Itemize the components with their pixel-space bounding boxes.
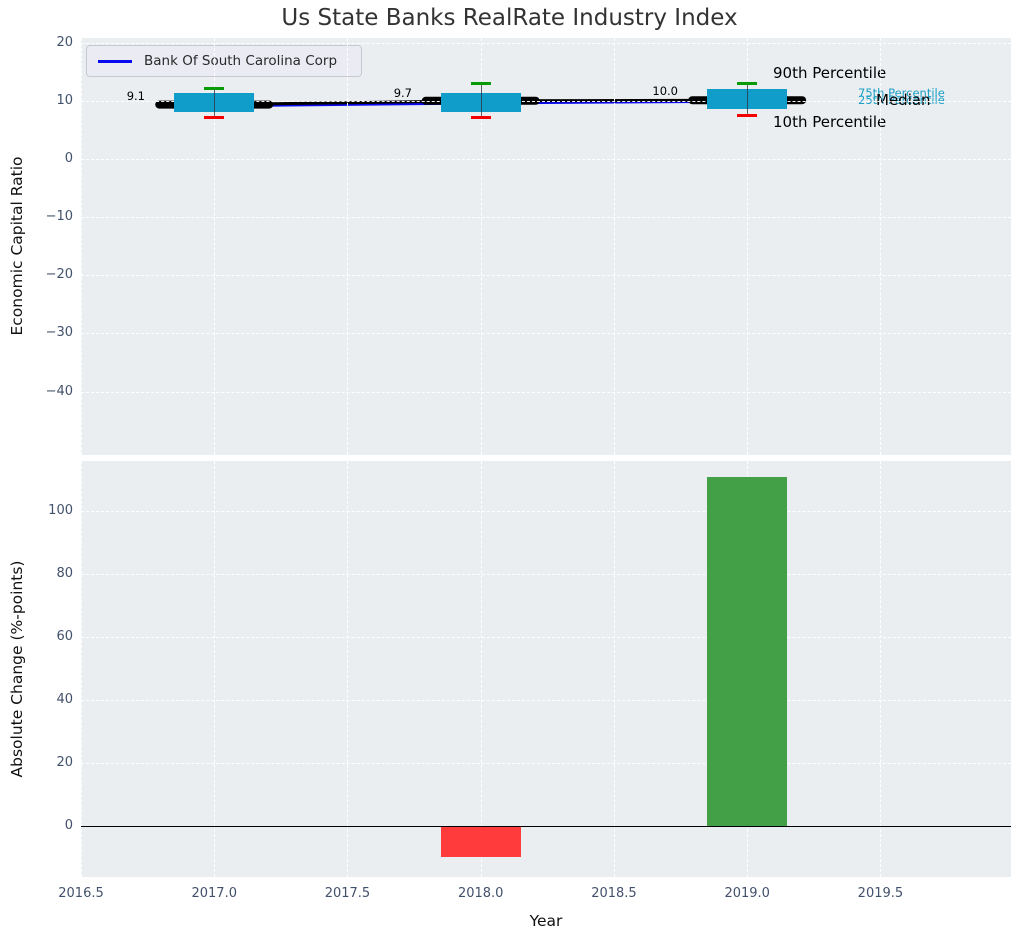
y-tick-label: 10 bbox=[13, 93, 73, 109]
gridline-horizontal bbox=[81, 43, 1011, 44]
whisker-cap-10th bbox=[204, 116, 224, 119]
bar-positive bbox=[707, 477, 787, 826]
point-label-2018: 9.7 bbox=[352, 86, 412, 100]
whisker-cap-10th bbox=[471, 116, 491, 119]
gridline-horizontal bbox=[81, 511, 1011, 512]
gridline-horizontal bbox=[81, 763, 1011, 764]
top-y-axis-label: Economic Capital Ratio bbox=[8, 156, 26, 335]
figure: Us State Banks RealRate Industry Index B… bbox=[0, 0, 1019, 942]
zero-line bbox=[81, 826, 1011, 827]
y-tick-label: 100 bbox=[13, 503, 73, 519]
gridline-horizontal bbox=[81, 333, 1011, 334]
gridline-horizontal bbox=[81, 217, 1011, 218]
whisker-cap-90th bbox=[737, 82, 757, 85]
point-label-2019: 10.0 bbox=[618, 84, 678, 98]
gridline-vertical bbox=[81, 461, 82, 877]
legend-box: Bank Of South Carolina Corp bbox=[86, 45, 362, 77]
y-tick-label: −40 bbox=[13, 384, 73, 400]
y-tick-label: 0 bbox=[13, 818, 73, 834]
gridline-vertical bbox=[614, 461, 615, 877]
x-tick-label: 2018.5 bbox=[579, 886, 649, 902]
legend-label: Bank Of South Carolina Corp bbox=[144, 53, 337, 69]
bottom-y-axis-label: Absolute Change (%-points) bbox=[8, 561, 26, 778]
whisker-cap-90th bbox=[471, 82, 491, 85]
gridline-vertical bbox=[481, 461, 482, 877]
gridline-horizontal bbox=[81, 159, 1011, 160]
gridline-horizontal bbox=[81, 637, 1011, 638]
y-tick-label: 20 bbox=[13, 35, 73, 51]
legend-line-sample bbox=[98, 60, 132, 63]
whisker-cap-90th bbox=[204, 87, 224, 90]
gridline-horizontal bbox=[81, 392, 1011, 393]
x-axis-label: Year bbox=[81, 912, 1011, 930]
top-axes: Bank Of South Carolina Corp 90th Percent… bbox=[81, 38, 1011, 455]
gridline-vertical bbox=[880, 461, 881, 877]
x-tick-label: 2017.5 bbox=[312, 886, 382, 902]
gridline-vertical bbox=[214, 461, 215, 877]
bar-negative bbox=[441, 826, 521, 857]
gridline-horizontal bbox=[81, 275, 1011, 276]
x-tick-label: 2019.0 bbox=[712, 886, 782, 902]
x-tick-label: 2017.0 bbox=[179, 886, 249, 902]
gridline-vertical bbox=[347, 461, 348, 877]
whisker-line bbox=[214, 87, 215, 115]
bottom-axes: 1008060402002016.52017.02017.52018.02018… bbox=[81, 461, 1011, 877]
x-tick-label: 2016.5 bbox=[46, 886, 116, 902]
whisker-line bbox=[747, 82, 748, 115]
gridline-horizontal bbox=[81, 574, 1011, 575]
whisker-cap-10th bbox=[737, 114, 757, 117]
x-tick-label: 2019.5 bbox=[845, 886, 915, 902]
gridline-horizontal bbox=[81, 700, 1011, 701]
annotation-90th-percentile: 90th Percentile bbox=[773, 64, 886, 82]
annotation-10th-percentile: 10th Percentile bbox=[773, 113, 886, 131]
x-tick-label: 2018.0 bbox=[446, 886, 516, 902]
whisker-line bbox=[481, 82, 482, 116]
chart-title: Us State Banks RealRate Industry Index bbox=[0, 5, 1019, 31]
